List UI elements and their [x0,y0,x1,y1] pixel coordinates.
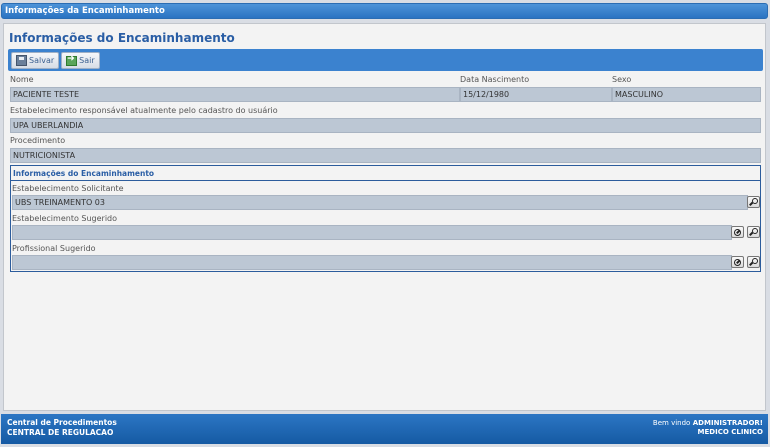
suggested-professional-label: Profissional Sugerido [12,244,96,253]
suggested-establishment-field[interactable] [12,225,732,240]
name-field[interactable]: PACIENTE TESTE [10,87,460,102]
user-name: ADMINISTRADOR! [692,419,763,427]
requesting-search-button[interactable] [747,196,760,208]
referral-section: Informações do Encaminhamento Estabeleci… [10,165,761,272]
window-title: Informações da Encaminhamento [5,6,165,16]
establishment-field[interactable]: UPA UBERLANDIA [10,118,761,133]
section-divider [11,180,760,181]
save-icon [16,55,27,66]
suggested-establishment-label: Estabelecimento Sugerido [12,214,118,223]
user-role: MEDICO CLINICO [697,428,763,436]
footer-line2: CENTRAL DE REGULACAO [7,428,114,437]
birth-date-field[interactable]: 15/12/1980 [460,87,612,102]
establishment-label: Estabelecimento responsável atualmente p… [10,106,278,115]
suggested-professional-field[interactable] [12,255,732,270]
professional-clear-button[interactable] [731,256,744,268]
exit-button[interactable]: Sair [61,52,100,69]
professional-search-button[interactable] [747,256,760,268]
save-button[interactable]: Salvar [11,52,60,69]
name-label: Nome [10,75,34,84]
exit-icon [66,54,78,66]
search-icon [751,228,758,234]
requesting-establishment-field[interactable]: UBS TREINAMENTO 03 [12,195,748,210]
exit-button-label: Sair [79,56,95,65]
main-panel: Informações do Encaminhamento Salvar Sai… [3,23,766,411]
search-icon [751,258,758,264]
suggested-search-button[interactable] [747,226,760,238]
clear-icon [734,258,741,266]
save-button-label: Salvar [29,56,55,65]
window-title-bar: Informações da Encaminhamento [1,3,768,19]
welcome-text: Bem vindo [652,419,691,427]
footer: Central de Procedimentos CENTRAL DE REGU… [1,414,768,444]
birth-date-label: Data Nascimento [460,75,530,84]
procedure-label: Procedimento [10,136,66,145]
suggested-clear-button[interactable] [731,226,744,238]
search-icon [751,198,758,204]
toolbar: Salvar Sair [8,49,763,71]
footer-system-info: Central de Procedimentos CENTRAL DE REGU… [7,418,117,438]
procedure-field[interactable]: NUTRICIONISTA [10,148,761,163]
clear-icon [734,228,741,236]
referral-section-title: Informações do Encaminhamento [13,169,155,178]
footer-line1: Central de Procedimentos [7,418,117,427]
sex-field[interactable]: MASCULINO [612,87,761,102]
page-title: Informações do Encaminhamento [9,31,235,45]
requesting-establishment-label: Estabelecimento Solicitante [12,184,124,193]
footer-user-info: Bem vindo ADMINISTRADOR! MEDICO CLINICO [653,419,763,437]
sex-label: Sexo [612,75,632,84]
